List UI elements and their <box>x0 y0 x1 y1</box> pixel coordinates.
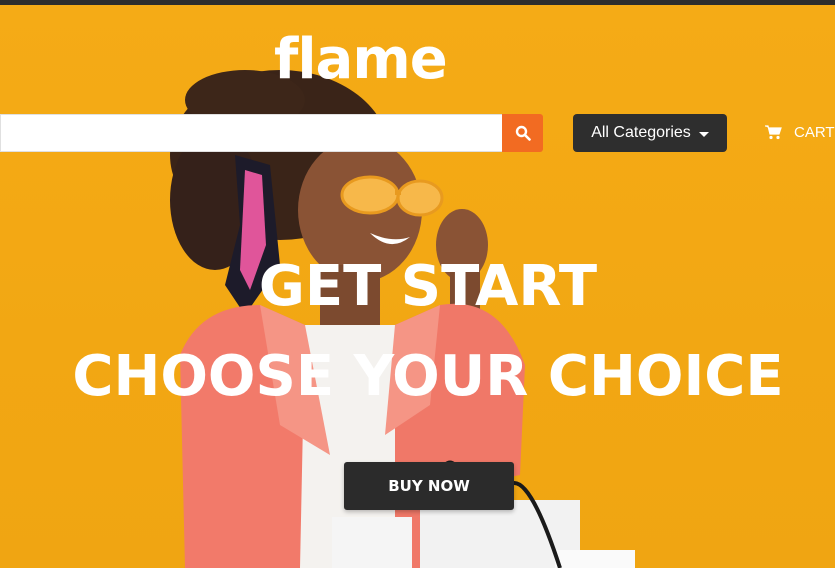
chevron-down-icon <box>698 131 709 137</box>
hero-headline-line1: GET START <box>258 254 598 319</box>
hero-headline-line2: CHOOSE YOUR CHOICE <box>72 344 784 409</box>
buy-now-button[interactable]: BUY NOW <box>344 462 514 510</box>
search-button[interactable] <box>502 114 543 152</box>
cart-link[interactable]: CART <box>765 120 835 144</box>
cart-icon <box>765 124 782 139</box>
cart-label: CART <box>794 123 835 141</box>
brand-logo[interactable]: flame <box>274 30 448 90</box>
all-categories-dropdown[interactable]: All Categories <box>573 114 727 152</box>
search-input[interactable] <box>0 114 503 152</box>
all-categories-label: All Categories <box>591 124 691 141</box>
search-icon <box>515 125 531 141</box>
